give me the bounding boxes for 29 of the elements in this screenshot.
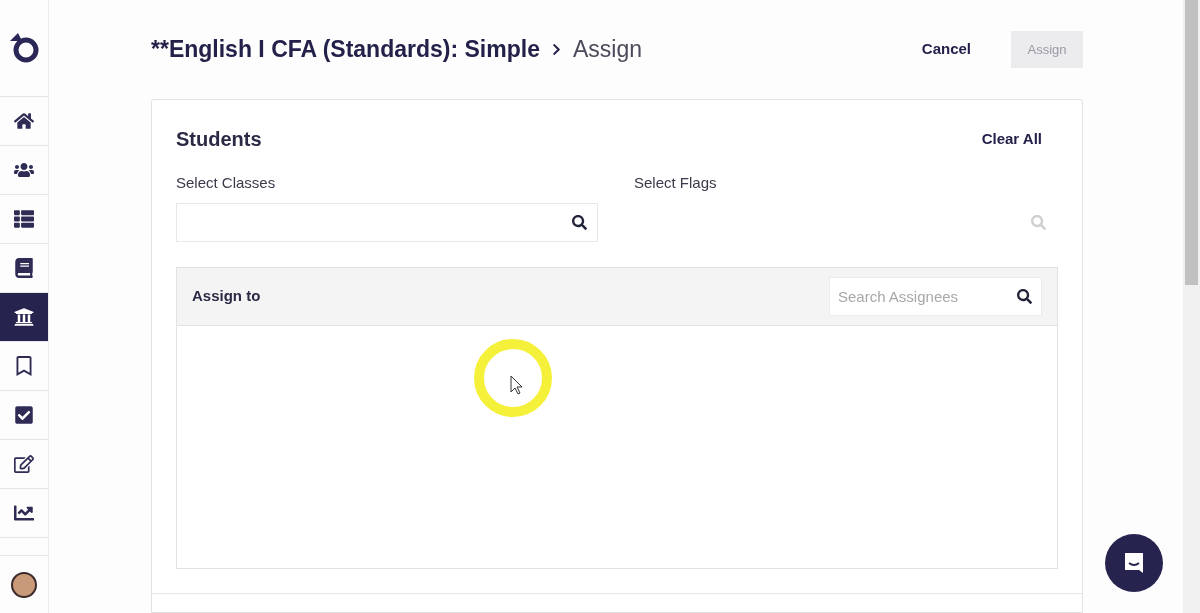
users-icon	[14, 160, 34, 180]
section-title: Students	[176, 127, 262, 152]
search-icon	[1031, 214, 1046, 230]
avatar[interactable]	[11, 571, 37, 598]
clear-all-link[interactable]: Clear All	[981, 127, 1042, 151]
book-icon	[14, 258, 34, 278]
assignee-search-field[interactable]: Search Assignees	[829, 276, 1042, 316]
cursor-highlight-icon	[473, 338, 553, 418]
field-label: Select Classes	[176, 173, 277, 193]
search-icon	[572, 214, 587, 230]
panel-title: Assign to	[192, 285, 262, 306]
field-label: Select Flags	[634, 173, 718, 193]
chart-icon	[14, 503, 34, 523]
cancel-button[interactable]: Cancel	[921, 38, 971, 61]
chat-icon	[1122, 551, 1146, 575]
breadcrumb-current: Assign	[572, 35, 642, 65]
list-icon	[14, 209, 34, 229]
chat-button[interactable]	[1105, 534, 1163, 592]
checkbox-icon	[14, 405, 34, 425]
logo-icon[interactable]	[8, 31, 40, 65]
classes-search-field[interactable]	[176, 202, 598, 242]
edit-icon	[14, 454, 34, 474]
bank-icon	[14, 307, 34, 327]
bookmark-icon	[14, 356, 34, 376]
home-icon	[14, 111, 34, 131]
sidebar-item[interactable]	[0, 293, 48, 342]
scrollbar[interactable]	[1183, 0, 1200, 613]
page-title: **English I CFA (Standards): Simple	[151, 35, 540, 65]
search-icon	[1017, 288, 1032, 304]
